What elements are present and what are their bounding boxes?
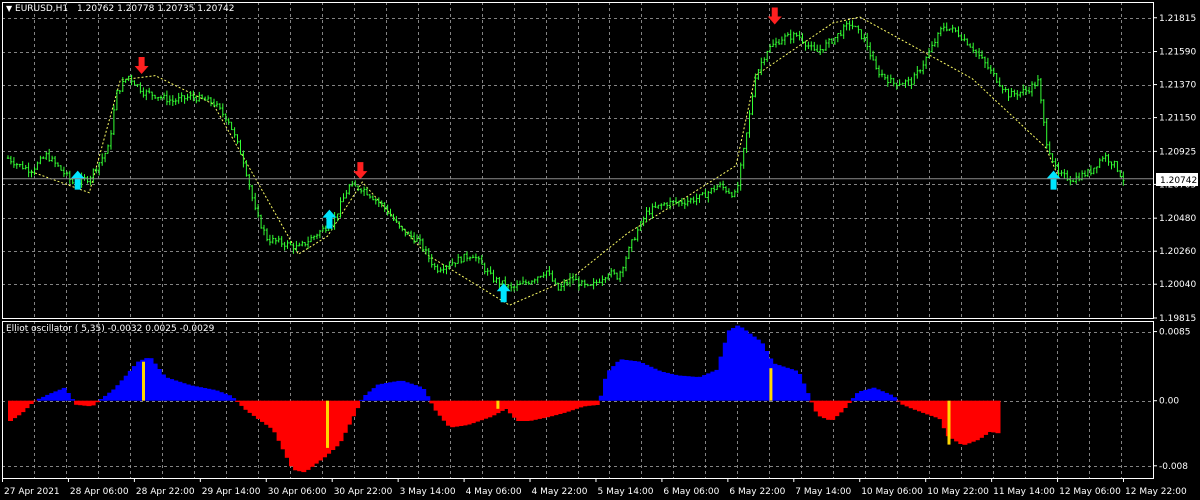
time-tick-label: 10 May 06:00 [861,487,923,497]
price-tick-label: 1.20925 [1159,147,1196,157]
oscillator-bar [594,400,600,405]
time-tick-label: 4 May 06:00 [466,487,522,497]
oscillator-signal-bar [947,400,951,445]
oscillator-bar [355,400,361,409]
oscillator-bar [805,393,811,401]
time-tick-label: 27 Apr 2021 [4,487,60,497]
price-tick-label: 1.21590 [1159,48,1196,58]
oscillator-header: Elliot oscillator ( 5,35) -0.0032 0.0025… [6,324,214,334]
oscillator-signal-bar [326,400,329,448]
oscillator-bar [94,400,100,403]
time-tick-label: 30 Apr 06:00 [268,487,327,497]
price-tick-label: 1.21150 [1159,114,1196,124]
symbol-label: EURUSD,H1 [15,4,69,14]
time-tick-label: 7 May 14:00 [795,487,851,497]
oscillator-bar [70,399,75,401]
chart-background [0,0,1200,500]
time-tick-label: 5 May 14:00 [598,487,654,497]
time-tick-label: 12 May 22:00 [1125,487,1187,497]
symbol-header[interactable]: ▼ EURUSD,H1 1.20762 1.20778 1.20735 1.20… [6,4,234,14]
time-tick-label: 10 May 22:00 [927,487,989,497]
oscillator-bar [425,396,431,401]
ohlc-values: 1.20762 1.20778 1.20735 1.20742 [77,4,235,14]
current-price-marker: 1.20742 [1156,173,1198,186]
oscillator-signal-bar [769,368,773,401]
oscillator-bar [892,397,898,401]
time-tick-label: 29 Apr 14:00 [202,487,261,497]
oscillator-bar [846,400,852,403]
oscillator-bar [32,400,38,402]
triangle-down-icon[interactable]: ▼ [6,4,12,13]
price-tick-label: 1.19815 [1159,314,1196,324]
time-tick-label: 4 May 22:00 [532,487,588,497]
time-tick-label: 6 May 06:00 [663,487,719,497]
price-tick-label: 1.21370 [1159,81,1196,91]
time-tick-label: 28 Apr 22:00 [136,487,195,497]
time-tick-label: 28 Apr 06:00 [70,487,129,497]
price-tick-label: 1.20260 [1159,247,1196,257]
price-tick-label: 1.21815 [1159,14,1196,24]
oscillator-signal-bar [496,400,500,409]
oscillator-tick-label: 0.00 [1159,397,1179,407]
price-tick-label: 1.20480 [1159,214,1196,224]
time-tick-label: 3 May 14:00 [400,487,456,497]
time-tick-label: 30 Apr 22:00 [334,487,393,497]
oscillator-tick-label: -0.008 [1159,462,1188,472]
oscillator-tick-label: 0.0085 [1159,328,1191,338]
chart-canvas[interactable]: 1.21815 1.21590 1.21370 1.21150 1.20925 1.207… [0,0,1200,500]
oscillator-title: Elliot oscillator ( 5,35) -0.0032 0.0025… [6,324,215,334]
time-tick-label: 12 May 06:00 [1059,487,1121,497]
oscillator-signal-bar [142,361,145,401]
oscillator-bar [231,398,237,401]
oscillator-bar [995,400,1001,434]
time-tick-label: 11 May 14:00 [993,487,1055,497]
current-price-label: 1.20742 [1160,176,1197,186]
time-tick-label: 6 May 22:00 [729,487,785,497]
price-tick-label: 1.20040 [1159,280,1196,290]
